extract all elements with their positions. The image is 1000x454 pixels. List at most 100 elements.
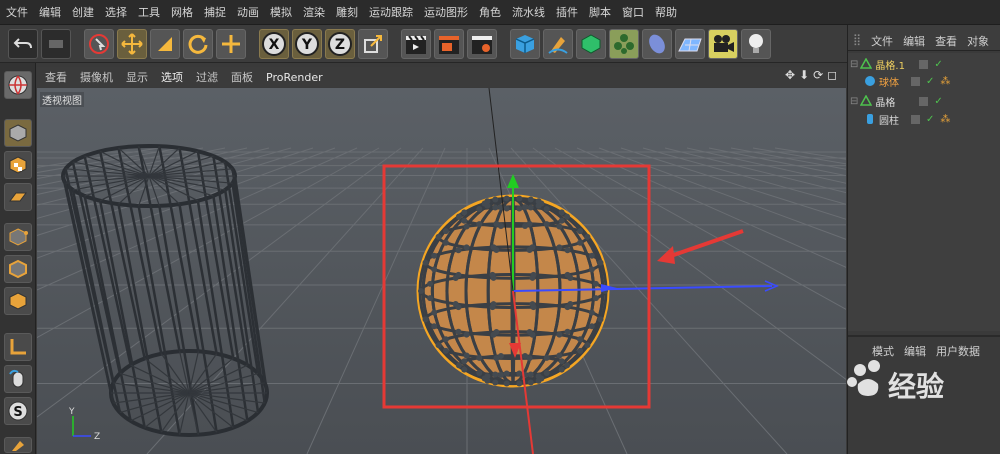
orbit-icon[interactable]: ⟳ (813, 68, 823, 82)
viewport-menu-item-0[interactable]: 查看 (45, 69, 67, 85)
object-row-lattice-1[interactable]: ⊟ 晶格.1 ✓ (850, 56, 943, 72)
viewport-menu: 查看 摄像机 显示 选项 过滤 面板 ProRender (37, 67, 846, 87)
svg-text:X: X (269, 37, 280, 53)
menu-item-8[interactable]: 模拟 (270, 4, 292, 20)
live-selection-icon (89, 33, 109, 54)
menu-item-13[interactable]: 角色 (479, 4, 501, 20)
menu-item-3[interactable]: 选择 (105, 4, 127, 20)
svg-text:经验: 经验 (888, 370, 944, 403)
svg-text:Z: Z (94, 432, 100, 442)
point-mode-button[interactable] (4, 223, 32, 251)
x-axis-icon: X (262, 31, 286, 56)
transform-icon (222, 34, 240, 53)
tweak-mode-button[interactable] (4, 365, 32, 393)
axis-mode-button[interactable] (4, 333, 32, 361)
menu-item-14[interactable]: 流水线 (512, 4, 545, 20)
cloner-button[interactable] (609, 28, 639, 59)
viewport-menu-item-1[interactable]: 摄像机 (80, 69, 113, 85)
menu-item-6[interactable]: 捕捉 (204, 4, 226, 20)
render-settings-icon (472, 35, 492, 54)
menu-item-7[interactable]: 动画 (237, 4, 259, 20)
menu-item-4[interactable]: 工具 (138, 4, 160, 20)
viewport-menu-item-5[interactable]: 面板 (231, 69, 253, 85)
object-manager-menu: ⣿ 文件 编辑 查看 对象 (853, 33, 989, 49)
menu-item-2[interactable]: 创建 (72, 4, 94, 20)
sphere-icon (865, 76, 875, 86)
rotate-button[interactable] (183, 28, 213, 59)
x-axis-lock-button[interactable]: X (259, 28, 289, 59)
texture-mode-button[interactable] (4, 151, 32, 179)
undo-icon (13, 37, 32, 48)
menu-item-10[interactable]: 雕刻 (336, 4, 358, 20)
polygon-mode-icon (9, 292, 27, 310)
menu-item-0[interactable]: 文件 (6, 4, 28, 20)
object-row-cylinder[interactable]: 圆柱 ✓ ⁂ (864, 111, 950, 127)
pan-icon[interactable]: ✥ (785, 68, 795, 82)
transform-button[interactable] (216, 28, 246, 59)
menu-item-12[interactable]: 运动图形 (424, 4, 468, 20)
snap-icon: S (8, 401, 28, 421)
snap-button[interactable]: S (4, 397, 32, 425)
menu-item-9[interactable]: 渲染 (303, 4, 325, 20)
watermark-logo-icon: 经验 (847, 360, 944, 403)
dolly-icon[interactable]: ⬇ (799, 68, 809, 82)
prorender-menu[interactable]: ProRender (266, 71, 323, 84)
redo-button[interactable] (41, 28, 71, 59)
move-icon (121, 32, 143, 55)
picture-viewer-icon (439, 35, 459, 54)
pen-icon (548, 36, 568, 54)
extra-tool-button[interactable] (4, 437, 32, 453)
scale-button[interactable] (150, 28, 180, 59)
render-settings-button[interactable] (467, 28, 497, 59)
camera-icon (714, 34, 734, 52)
viewport-menu-item-4[interactable]: 过滤 (196, 69, 218, 85)
menu-item-16[interactable]: 脚本 (589, 4, 611, 20)
light-button[interactable] (741, 28, 771, 59)
live-selection-button[interactable] (84, 28, 114, 59)
menu-item-17[interactable]: 窗口 (622, 4, 644, 20)
y-axis-lock-button[interactable]: Y (292, 28, 322, 59)
edge-mode-button[interactable] (4, 255, 32, 283)
object-menu-item-2[interactable]: 查看 (935, 33, 957, 49)
maximize-icon[interactable]: ◻ (827, 68, 837, 82)
object-row-sphere[interactable]: 球体 ✓ ⁂ (864, 73, 950, 89)
viewport-menu-item-3[interactable]: 选项 (161, 69, 183, 85)
y-axis-icon: Y (295, 31, 319, 56)
camera-button[interactable] (708, 28, 738, 59)
menu-item-11[interactable]: 运动跟踪 (369, 4, 413, 20)
menu-item-18[interactable]: 帮助 (655, 4, 677, 20)
render-view-button[interactable] (401, 28, 431, 59)
scale-icon (158, 36, 172, 51)
polygon-mode-button[interactable] (4, 287, 32, 315)
menu-item-5[interactable]: 网格 (171, 4, 193, 20)
menu-item-15[interactable]: 插件 (556, 4, 578, 20)
make-editable-button[interactable] (4, 71, 32, 99)
render-to-picture-viewer-button[interactable] (434, 28, 464, 59)
object-menu-item-1[interactable]: 编辑 (903, 33, 925, 49)
menu-item-1[interactable]: 编辑 (39, 4, 61, 20)
move-button[interactable] (117, 28, 147, 59)
pen-spline-button[interactable] (543, 28, 573, 59)
lattice-icon (860, 95, 873, 106)
cloner-icon (614, 33, 634, 54)
model-mode-icon (9, 124, 27, 142)
floor-button[interactable] (675, 28, 705, 59)
cylinder-icon (867, 114, 873, 124)
workplane-mode-button[interactable] (4, 183, 32, 211)
deformer-button[interactable] (642, 28, 672, 59)
model-mode-button[interactable] (4, 119, 32, 147)
undo-button[interactable] (8, 28, 38, 59)
svg-text:S: S (13, 405, 22, 420)
object-row-lattice[interactable]: ⊟ 晶格 ✓ (850, 93, 943, 109)
texture-mode-icon (9, 156, 27, 174)
globe-icon (8, 75, 28, 95)
subdivision-button[interactable] (576, 28, 606, 59)
object-menu-item-3[interactable]: 对象 (967, 33, 989, 49)
viewport-menu-item-2[interactable]: 显示 (126, 69, 148, 85)
cube-button[interactable] (510, 28, 540, 59)
coordinate-system-button[interactable] (358, 28, 388, 59)
perspective-viewport[interactable]: Y Z (37, 88, 846, 454)
rotate-icon (188, 34, 208, 54)
object-menu-item-0[interactable]: 文件 (871, 33, 893, 49)
z-axis-lock-button[interactable]: Z (325, 28, 355, 59)
